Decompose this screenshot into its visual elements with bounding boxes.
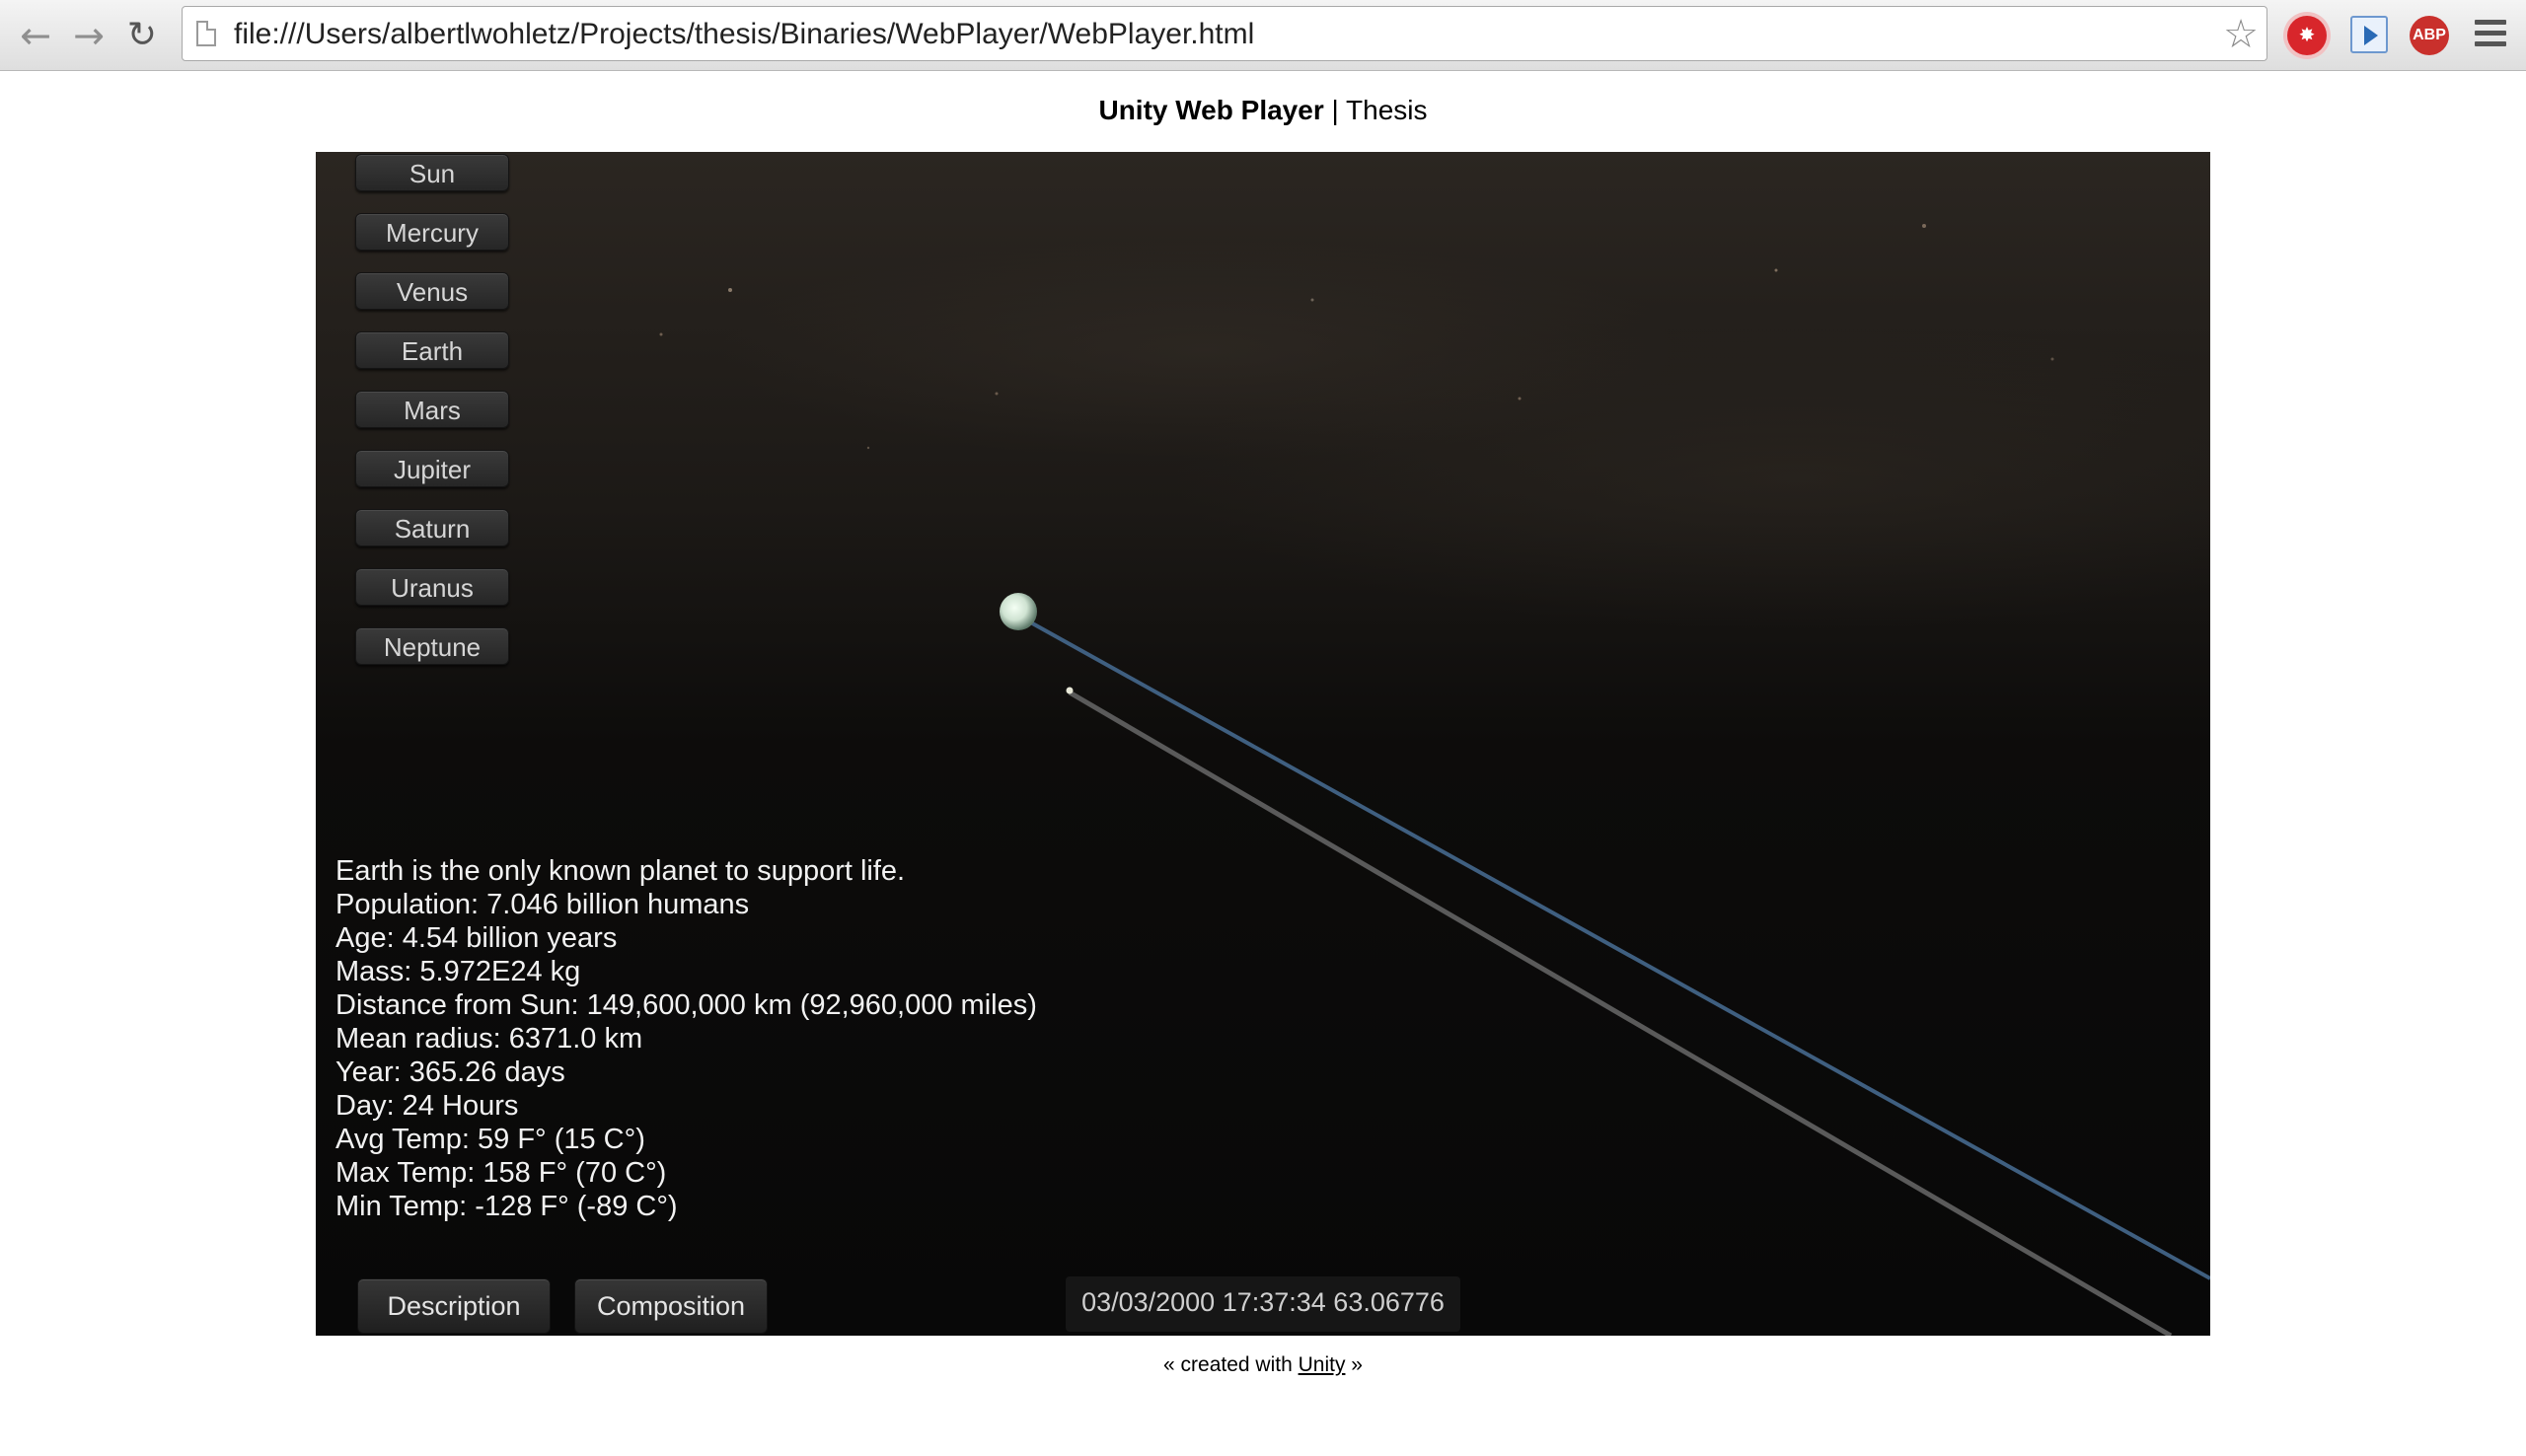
info-line-min-temp: Min Temp: -128 F° (-89 C°) bbox=[335, 1191, 678, 1222]
unity-link[interactable]: Unity bbox=[1299, 1353, 1346, 1376]
planet-button-sun[interactable]: Sun bbox=[355, 154, 509, 191]
earth-orbit-line bbox=[1017, 614, 2210, 1280]
adblock-label: ABP bbox=[2413, 27, 2446, 43]
page-title-separator: | bbox=[1323, 95, 1347, 125]
info-line-max-temp: Max Temp: 158 F° (70 C°) bbox=[335, 1157, 667, 1189]
page-title: Unity Web Player | Thesis bbox=[0, 95, 2526, 126]
extension-burst-icon[interactable]: ✸ bbox=[2287, 16, 2327, 55]
footer-prefix: « created with bbox=[1163, 1353, 1299, 1376]
bookmark-star-icon[interactable]: ☆ bbox=[2223, 13, 2259, 56]
info-line-age: Age: 4.54 billion years bbox=[335, 922, 618, 954]
simulation-clock: 03/03/2000 17:37:34 63.06776 bbox=[1066, 1276, 1460, 1332]
planet-button-mars[interactable]: Mars bbox=[355, 391, 509, 428]
planet-button-jupiter[interactable]: Jupiter bbox=[355, 450, 509, 487]
planet-button-neptune[interactable]: Neptune bbox=[355, 627, 509, 665]
info-line-description: Earth is the only known planet to suppor… bbox=[335, 855, 906, 887]
planet-button-earth[interactable]: Earth bbox=[355, 331, 509, 369]
info-line-avg-temp: Avg Temp: 59 F° (15 C°) bbox=[335, 1124, 645, 1155]
info-line-population: Population: 7.046 billion humans bbox=[335, 889, 750, 920]
planet-button-saturn[interactable]: Saturn bbox=[355, 509, 509, 546]
address-bar[interactable]: file:///Users/albertlwohletz/Projects/th… bbox=[182, 6, 2267, 61]
composition-button[interactable]: Composition bbox=[574, 1278, 768, 1334]
page-title-bold: Unity Web Player bbox=[1098, 95, 1324, 125]
starfield bbox=[659, 224, 2054, 450]
moon-sphere[interactable] bbox=[1066, 687, 1074, 694]
info-line-mass: Mass: 5.972E24 kg bbox=[335, 956, 581, 987]
info-line-distance: Distance from Sun: 149,600,000 km (92,96… bbox=[335, 989, 1037, 1021]
menu-icon[interactable] bbox=[2475, 20, 2506, 49]
moon-orbit-line bbox=[1068, 690, 2173, 1336]
earth-sphere[interactable] bbox=[1000, 593, 1037, 630]
planet-button-mercury[interactable]: Mercury bbox=[355, 213, 509, 251]
page-title-rest: Thesis bbox=[1346, 95, 1428, 125]
footer-suffix: » bbox=[1345, 1353, 1363, 1376]
page-icon bbox=[196, 21, 216, 46]
back-button[interactable]: ← bbox=[14, 14, 57, 57]
info-line-day: Day: 24 Hours bbox=[335, 1090, 519, 1122]
browser-toolbar: ← → ↻ file:///Users/albertlwohletz/Proje… bbox=[0, 0, 2526, 71]
planet-button-venus[interactable]: Venus bbox=[355, 272, 509, 310]
footer: « created with Unity » bbox=[0, 1353, 2526, 1377]
extension-play-icon[interactable] bbox=[2350, 16, 2388, 53]
description-button[interactable]: Description bbox=[357, 1278, 551, 1334]
info-line-radius: Mean radius: 6371.0 km bbox=[335, 1023, 643, 1055]
info-line-year: Year: 365.26 days bbox=[335, 1056, 565, 1088]
unity-player[interactable]: Sun Mercury Venus Earth Mars Jupiter Sat… bbox=[316, 152, 2210, 1336]
adblock-plus-icon[interactable]: ABP bbox=[2410, 16, 2449, 55]
reload-button[interactable]: ↻ bbox=[120, 14, 164, 57]
planet-button-uranus[interactable]: Uranus bbox=[355, 568, 509, 606]
planet-info-panel: Earth is the only known planet to suppor… bbox=[335, 854, 1037, 1223]
forward-button[interactable]: → bbox=[67, 14, 111, 57]
url-text[interactable]: file:///Users/albertlwohletz/Projects/th… bbox=[234, 7, 1254, 62]
